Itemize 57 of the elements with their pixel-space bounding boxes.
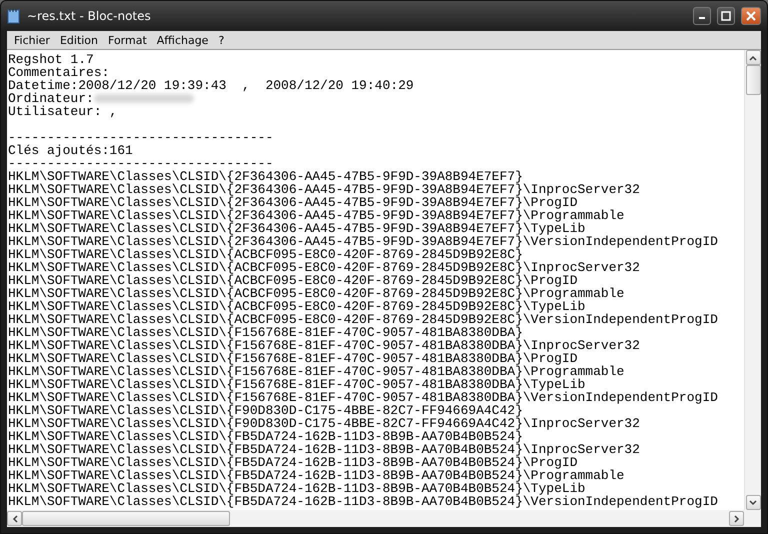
text-line: HKLM\SOFTWARE\Classes\CLSID\{ACBCF095-E8C0-420F-8769-2845D9B92E8C}\Programmable (8, 287, 624, 300)
text-line: HKLM\SOFTWARE\Classes\CLSID\{FB5DA724-162B-11D3-8B9B-AA70B4B0B524}\InprocServer32 (8, 443, 640, 456)
text-line: HKLM\SOFTWARE\Classes\CLSID\{FB5DA724-162B-11D3-8B9B-AA70B4B0B524}\Programmable (8, 469, 624, 482)
text-line: HKLM\SOFTWARE\Classes\CLSID\{F156768E-81EF-470C-9057-481BA8380DBA}\ProgID (8, 352, 578, 365)
text-line: Datetime:2008/12/20 19:39:43 , 2008/12/20 19:40:29 (8, 79, 414, 92)
scroll-up-button[interactable] (746, 50, 760, 65)
text-line: Utilisateur: , (8, 105, 118, 118)
text-line: HKLM\SOFTWARE\Classes\CLSID\{FB5DA724-162B-11D3-8B9B-AA70B4B0B524}\VersionIndependentProgID (8, 495, 718, 508)
resize-grip[interactable] (744, 510, 761, 527)
text-line: HKLM\SOFTWARE\Classes\CLSID\{ACBCF095-E8C0-420F-8769-2845D9B92E8C}\InprocServer32 (8, 261, 640, 274)
text-line: HKLM\SOFTWARE\Classes\CLSID\{FB5DA724-162B-11D3-8B9B-AA70B4B0B524} (8, 430, 523, 443)
text-line: HKLM\SOFTWARE\Classes\CLSID\{F156768E-81EF-470C-9057-481BA8380DBA}\TypeLib (8, 378, 586, 391)
chevron-right-icon (734, 514, 740, 522)
menu-item[interactable]: Edition (54, 34, 104, 46)
text-line: HKLM\SOFTWARE\Classes\CLSID\{F90D830D-C175-4BBE-82C7-FF94669A4C42}\InprocServer32 (8, 417, 640, 430)
scrollbar-thumb[interactable] (746, 65, 760, 95)
text-line: HKLM\SOFTWARE\Classes\CLSID\{FB5DA724-162B-11D3-8B9B-AA70B4B0B524}\TypeLib (8, 482, 586, 495)
menu-item[interactable]: ? (213, 34, 230, 46)
scroll-left-button[interactable] (7, 511, 22, 526)
text-line: ---------------------------------- (8, 131, 274, 144)
text-line: HKLM\SOFTWARE\Classes\CLSID\{F156768E-81EF-470C-9057-481BA8380DBA}\VersionIndependentProgID (8, 391, 718, 404)
text-line: HKLM\SOFTWARE\Classes\CLSID\{2F364306-AA45-47B5-9F9D-39A8B94E7EF7}\InprocServer32 (8, 183, 640, 196)
scroll-right-button[interactable] (729, 511, 744, 526)
scrollbar-thumb[interactable] (22, 511, 230, 526)
chevron-up-icon (749, 54, 757, 60)
chevron-left-icon (12, 514, 18, 522)
text-line: HKLM\SOFTWARE\Classes\CLSID\{2F364306-AA45-47B5-9F9D-39A8B94E7EF7} (8, 170, 523, 183)
scroll-down-button[interactable] (746, 495, 760, 510)
close-icon (746, 11, 756, 21)
text-line: Clés ajoutés:161 (8, 144, 133, 157)
text-line: HKLM\SOFTWARE\Classes\CLSID\{ACBCF095-E8C0-420F-8769-2845D9B92E8C} (8, 248, 523, 261)
text-line: HKLM\SOFTWARE\Classes\CLSID\{2F364306-AA45-47B5-9F9D-39A8B94E7EF7}\Programmable (8, 209, 624, 222)
text-line: HKLM\SOFTWARE\Classes\CLSID\{ACBCF095-E8C0-420F-8769-2845D9B92E8C}\VersionIndependentProgID (8, 313, 718, 326)
text-line: HKLM\SOFTWARE\Classes\CLSID\{F156768E-81EF-470C-9057-481BA8380DBA}\InprocServer32 (8, 339, 640, 352)
menu-item[interactable]: Affichage (152, 34, 214, 46)
text-line: HKLM\SOFTWARE\Classes\CLSID\{ACBCF095-E8C0-420F-8769-2845D9B92E8C}\TypeLib (8, 300, 586, 313)
text-line: HKLM\SOFTWARE\Classes\CLSID\{2F364306-AA45-47B5-9F9D-39A8B94E7EF7}\VersionIndependentProgID (8, 235, 718, 248)
maximize-button[interactable] (717, 7, 735, 25)
text-line: HKLM\SOFTWARE\Classes\CLSID\{2F364306-AA45-47B5-9F9D-39A8B94E7EF7}\ProgID (8, 196, 578, 209)
text-line: Regshot 1.7 (8, 53, 94, 66)
text-line: HKLM\SOFTWARE\Classes\CLSID\{ACBCF095-E8C0-420F-8769-2845D9B92E8C}\ProgID (8, 274, 578, 287)
text-line: HKLM\SOFTWARE\Classes\CLSID\{2F364306-AA45-47B5-9F9D-39A8B94E7EF7}\TypeLib (8, 222, 586, 235)
text-line: ---------------------------------- (8, 157, 274, 170)
menu-item[interactable]: Format (103, 34, 152, 46)
maximize-icon (721, 11, 731, 21)
text-line: HKLM\SOFTWARE\Classes\CLSID\{F156768E-81EF-470C-9057-481BA8380DBA}\Programmable (8, 365, 624, 378)
text-line: Ordinateur: (8, 92, 94, 105)
close-button[interactable] (741, 7, 761, 25)
text-line: Commentaires: (8, 66, 110, 79)
chevron-down-icon (749, 500, 757, 506)
notepad-icon (7, 8, 21, 24)
text-line: HKLM\SOFTWARE\Classes\CLSID\{F90D830D-C175-4BBE-82C7-FF94669A4C42} (8, 404, 523, 417)
text-line: HKLM\SOFTWARE\Classes\CLSID\{FB5DA724-162B-11D3-8B9B-AA70B4B0B524}\ProgID (8, 456, 578, 469)
window-title: ~res.txt - Bloc-notes (27, 9, 152, 23)
minimize-button[interactable] (693, 7, 711, 25)
menu-item[interactable]: Fichier (9, 34, 55, 46)
text-line: HKLM\SOFTWARE\Classes\CLSID\{F156768E-81EF-470C-9057-481BA8380DBA} (8, 326, 523, 339)
